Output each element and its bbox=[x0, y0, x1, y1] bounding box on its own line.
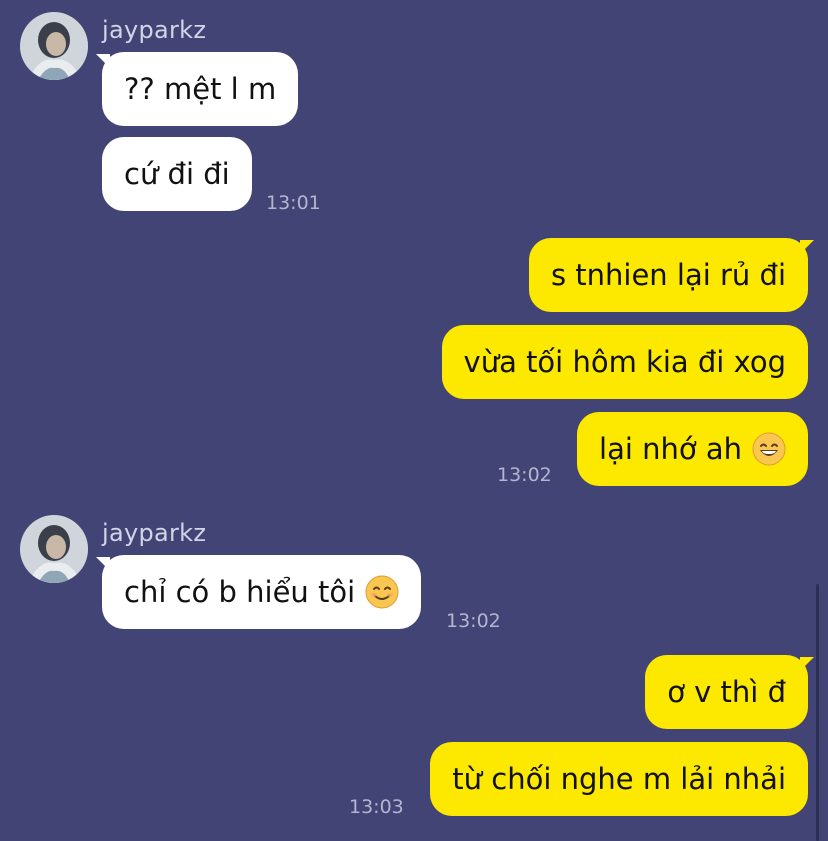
incoming-message[interactable]: cứ đi đi bbox=[102, 137, 252, 211]
message-text: lại nhớ ah bbox=[599, 432, 742, 466]
incoming-message[interactable]: chỉ có b hiểu tôi bbox=[102, 555, 422, 629]
outgoing-message[interactable]: lại nhớ ah bbox=[577, 412, 808, 486]
message-timestamp: 13:01 bbox=[266, 192, 321, 214]
avatar[interactable] bbox=[20, 515, 88, 583]
sender-name: jayparkz bbox=[102, 16, 207, 44]
message-text: chỉ có b hiểu tôi bbox=[124, 575, 356, 609]
message-text: từ chối nghe m lải nhải bbox=[452, 762, 786, 796]
outgoing-message[interactable]: s tnhien lại rủ đi bbox=[528, 238, 808, 312]
smiling-face-emoji bbox=[365, 575, 399, 609]
chat-thread[interactable]: jayparkz ?? mệt l m cứ đi đi 13:01 s tnh… bbox=[0, 0, 828, 841]
message-text: vừa tối hôm kia đi xog bbox=[463, 345, 786, 379]
outgoing-message[interactable]: ơ v thì đ bbox=[645, 655, 808, 729]
message-timestamp: 13:02 bbox=[446, 610, 501, 632]
message-timestamp: 13:02 bbox=[497, 464, 552, 486]
sender-name: jayparkz bbox=[102, 519, 207, 547]
outgoing-message[interactable]: vừa tối hôm kia đi xog bbox=[441, 325, 808, 399]
message-text: s tnhien lại rủ đi bbox=[550, 258, 786, 292]
message-text: cứ đi đi bbox=[124, 157, 230, 191]
message-text: ?? mệt l m bbox=[124, 72, 277, 106]
scrollbar[interactable] bbox=[816, 584, 819, 841]
message-text: ơ v thì đ bbox=[667, 675, 786, 709]
outgoing-message[interactable]: từ chối nghe m lải nhải bbox=[430, 742, 808, 816]
avatar-photo bbox=[20, 12, 88, 80]
incoming-message[interactable]: ?? mệt l m bbox=[102, 52, 299, 126]
grinning-face-emoji bbox=[752, 432, 786, 466]
avatar-photo bbox=[20, 515, 88, 583]
message-timestamp: 13:03 bbox=[349, 796, 404, 818]
avatar[interactable] bbox=[20, 12, 88, 80]
